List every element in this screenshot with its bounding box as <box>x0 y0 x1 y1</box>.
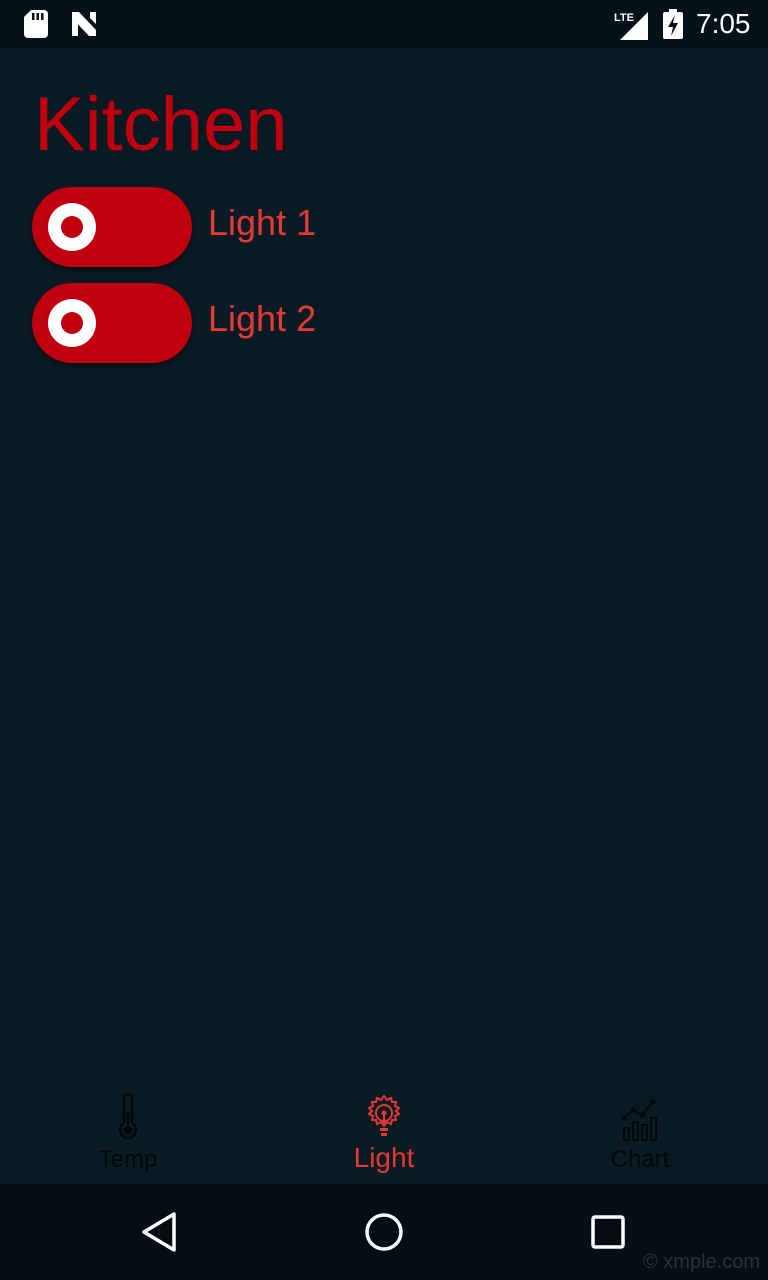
thermometer-icon <box>118 1092 138 1140</box>
status-clock: 7:05 <box>696 8 751 39</box>
toggle-knob <box>48 299 96 347</box>
light-1-toggle[interactable] <box>32 187 192 267</box>
nav-item-chart[interactable]: Chart <box>512 1088 768 1184</box>
chart-icon <box>621 1099 657 1141</box>
system-navigation-bar: © xmple.com <box>0 1184 768 1280</box>
recents-icon[interactable] <box>584 1208 632 1256</box>
home-icon[interactable] <box>360 1208 408 1256</box>
back-icon[interactable] <box>136 1208 184 1256</box>
light-2-toggle[interactable] <box>32 283 192 363</box>
light-2-label: Light 2 <box>208 298 317 339</box>
nav-item-temp[interactable]: Temp <box>0 1088 256 1184</box>
page-title: Kitchen <box>34 82 288 167</box>
sd-card-icon <box>24 10 48 38</box>
nav-label-light: Light <box>353 1142 415 1173</box>
nav-label-chart: Chart <box>610 1146 670 1173</box>
battery-charging-icon <box>663 9 683 39</box>
n-notification-icon <box>72 12 96 36</box>
app-screen: LTE 7:05 Kitchen Light 1 Light 2 Temp Li… <box>0 0 768 1280</box>
light-1-label: Light 1 <box>208 202 317 243</box>
status-bar: LTE 7:05 <box>0 0 768 48</box>
toggle-knob <box>48 203 96 251</box>
lightbulb-icon <box>367 1094 401 1136</box>
svg-text:LTE: LTE <box>614 12 634 24</box>
lte-signal-icon: LTE <box>614 12 648 40</box>
light-row-2: Light 2 <box>32 283 432 363</box>
watermark: © xmple.com <box>643 1251 760 1273</box>
nav-label-temp: Temp <box>98 1146 158 1173</box>
bottom-navigation: Temp Light Chart <box>0 1088 768 1184</box>
nav-item-light[interactable]: Light <box>256 1088 512 1184</box>
light-row-1: Light 1 <box>32 187 432 267</box>
